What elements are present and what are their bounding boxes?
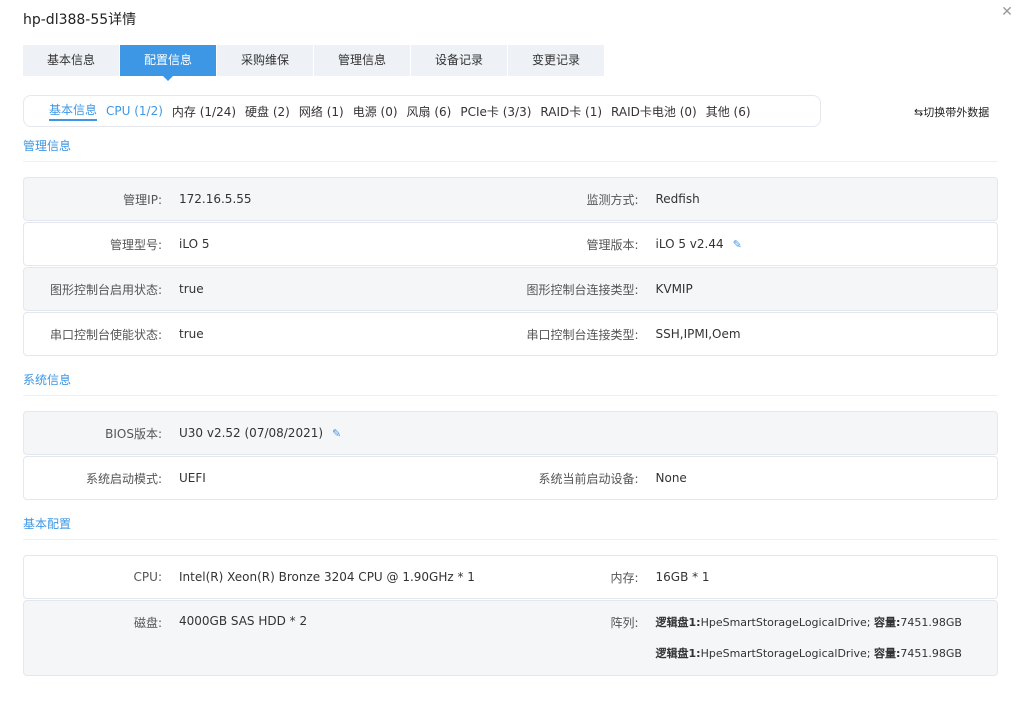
section-title-basic-config: 基本配置 — [23, 517, 72, 531]
table-row: 管理IP: 172.16.5.55 监测方式: Redfish — [23, 177, 998, 221]
system-grid: BIOS版本: U30 v2.52 (07/08/2021) ✎ 系统启动模式: UE… — [23, 411, 998, 501]
field-label: 监测方式: — [586, 192, 639, 207]
list-item: 逻辑盘1:HpeSmartStorageLogicalDrive; 容量:745… — [656, 645, 962, 661]
subtab-basic[interactable]: 基本信息 — [49, 101, 98, 121]
management-grid: 管理IP: 172.16.5.55 监测方式: Redfish 管理型号: iLO 5… — [23, 177, 998, 357]
field-label: BIOS版本: — [105, 426, 162, 441]
array-list: 逻辑盘1:HpeSmartStorageLogicalDrive; 容量:745… — [656, 614, 962, 661]
array-name-label: 逻辑盘1: — [655, 616, 701, 629]
field-label: 管理版本: — [586, 237, 639, 252]
basic-config-grid: CPU: Intel(R) Xeon(R) Bronze 3204 CPU @ 1… — [23, 555, 998, 677]
subtab-power[interactable]: 电源 (0) — [353, 103, 398, 120]
field-label: 图形控制台启用状态: — [49, 282, 162, 297]
divider — [23, 161, 998, 162]
field-value: Redfish — [655, 192, 700, 206]
field-value: U30 v2.52 (07/08/2021) — [179, 426, 324, 440]
field-value: 4000GB SAS HDD * 2 — [179, 614, 308, 628]
subtab-network[interactable]: 网络 (1) — [299, 103, 344, 120]
section-title-system: 系统信息 — [23, 373, 72, 387]
array-capacity: 7451.98GB — [900, 616, 962, 629]
table-row: 管理型号: iLO 5 管理版本: iLO 5 v2.44 ✎ — [23, 222, 998, 266]
edit-icon[interactable]: ✎ — [332, 427, 341, 440]
table-row: 系统启动模式: UEFI 系统当前启动设备: None — [23, 456, 998, 500]
field-value: true — [179, 327, 204, 341]
tab-change-records[interactable]: 变更记录 — [508, 45, 605, 76]
table-row: 图形控制台启用状态: true 图形控制台连接类型: KVMIP — [23, 267, 998, 311]
tab-management-info[interactable]: 管理信息 — [314, 45, 411, 76]
field-value-with-edit: U30 v2.52 (07/08/2021) ✎ — [179, 426, 341, 440]
tab-basic-info[interactable]: 基本信息 — [23, 45, 120, 76]
array-capacity: 7451.98GB — [900, 647, 962, 660]
field-value-with-edit: iLO 5 v2.44 ✎ — [656, 237, 742, 251]
subtab-raid-battery[interactable]: RAID卡电池 (0) — [611, 103, 697, 120]
subtab-pcie[interactable]: PCIe卡 (3/3) — [460, 103, 531, 120]
table-row: CPU: Intel(R) Xeon(R) Bronze 3204 CPU @ 1… — [23, 555, 998, 599]
field-label: 系统启动模式: — [85, 471, 162, 486]
config-subtabs: 基本信息 CPU (1/2) 内存 (1/24) 硬盘 (2) 网络 (1) 电… — [23, 95, 821, 127]
field-value: None — [655, 471, 687, 485]
divider — [23, 395, 998, 396]
field-label: 阵列: — [610, 616, 639, 630]
array-cap-label: 容量: — [873, 616, 901, 629]
close-icon[interactable]: ✕ — [999, 4, 1015, 20]
field-value: KVMIP — [655, 282, 693, 296]
subtab-disk[interactable]: 硬盘 (2) — [245, 103, 290, 120]
subtab-other[interactable]: 其他 (6) — [706, 103, 751, 120]
list-item: 逻辑盘1:HpeSmartStorageLogicalDrive; 容量:745… — [656, 614, 962, 630]
array-name: HpeSmartStorageLogicalDrive; — [700, 647, 871, 660]
field-value: iLO 5 — [179, 237, 210, 251]
field-label: 系统当前启动设备: — [538, 471, 639, 486]
array-name: HpeSmartStorageLogicalDrive; — [700, 616, 871, 629]
field-value: iLO 5 v2.44 — [655, 237, 724, 251]
field-value: true — [179, 282, 204, 296]
field-label: 内存: — [610, 570, 639, 585]
subtab-memory[interactable]: 内存 (1/24) — [172, 103, 236, 120]
field-value: 16GB * 1 — [655, 570, 710, 584]
field-value: UEFI — [179, 471, 206, 485]
divider — [23, 539, 998, 540]
field-label: 管理型号: — [109, 237, 162, 252]
tab-device-records[interactable]: 设备记录 — [411, 45, 508, 76]
main-tabs: 基本信息 配置信息 采购维保 管理信息 设备记录 变更记录 — [23, 45, 605, 81]
table-row: 磁盘: 4000GB SAS HDD * 2 阵列: 逻辑盘1:HpeSmartS… — [23, 600, 998, 676]
field-label: 串口控制台使能状态: — [49, 327, 162, 342]
table-row: 串口控制台使能状态: true 串口控制台连接类型: SSH,IPMI,Oem — [23, 312, 998, 356]
switch-oob-data-button[interactable]: ⇆切换带外数据 — [914, 104, 989, 120]
section-title-management: 管理信息 — [23, 139, 72, 153]
field-value: SSH,IPMI,Oem — [655, 327, 741, 341]
field-value: Intel(R) Xeon(R) Bronze 3204 CPU @ 1.90G… — [179, 570, 475, 584]
field-label: CPU: — [133, 570, 162, 584]
field-value: 172.16.5.55 — [179, 192, 252, 206]
tab-purchase-maintenance[interactable]: 采购维保 — [217, 45, 314, 76]
field-label: 图形控制台连接类型: — [526, 282, 639, 297]
subtab-cpu[interactable]: CPU (1/2) — [106, 104, 163, 118]
field-label: 管理IP: — [123, 192, 162, 207]
field-label: 串口控制台连接类型: — [526, 327, 639, 342]
array-name-label: 逻辑盘1: — [655, 647, 701, 660]
edit-icon[interactable]: ✎ — [733, 238, 742, 251]
tab-config-info[interactable]: 配置信息 — [120, 45, 217, 81]
table-row: BIOS版本: U30 v2.52 (07/08/2021) ✎ — [23, 411, 998, 455]
dialog-title: hp-dl388-55详情 — [23, 12, 137, 28]
subtab-raid[interactable]: RAID卡 (1) — [540, 103, 602, 120]
field-label: 磁盘: — [133, 616, 162, 630]
subtab-fan[interactable]: 风扇 (6) — [407, 103, 452, 120]
array-cap-label: 容量: — [873, 647, 901, 660]
